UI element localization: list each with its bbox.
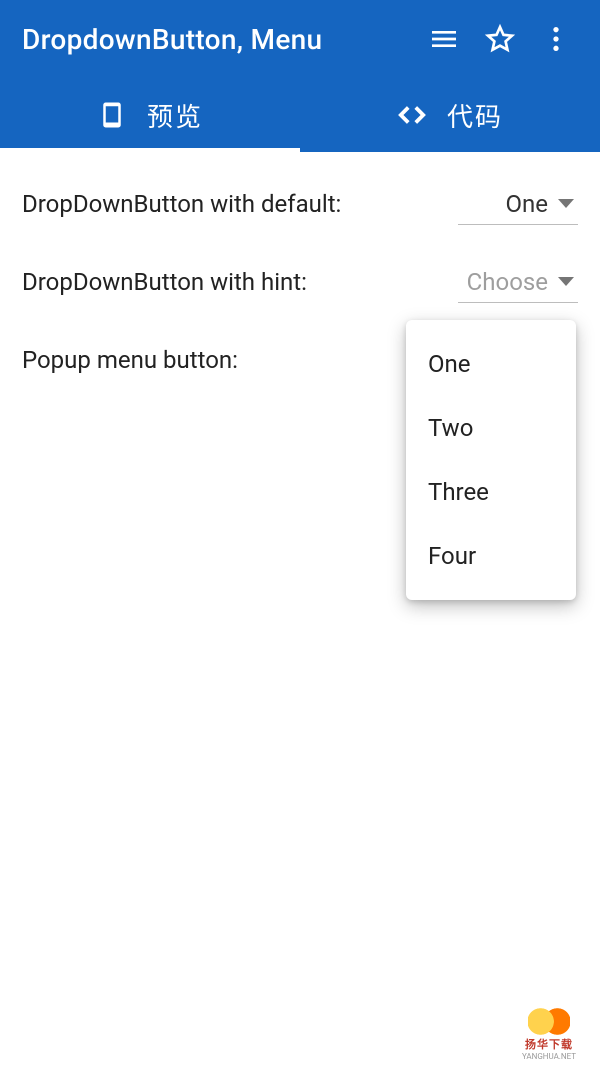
watermark-text: 扬华下载	[525, 1036, 573, 1052]
default-dropdown-value: One	[506, 190, 549, 218]
popup-menu-label: Popup menu button:	[22, 346, 238, 374]
caret-down-icon	[558, 199, 574, 208]
row-hint: DropDownButton with hint: Choose	[22, 252, 578, 312]
appbar-top: DropdownButton, Menu	[0, 0, 600, 78]
popup-item[interactable]: One	[406, 332, 576, 396]
hint-dropdown[interactable]: Choose	[458, 262, 578, 303]
star-outline-icon	[484, 23, 516, 55]
popup-item[interactable]: Two	[406, 396, 576, 460]
tab-indicator	[0, 148, 300, 152]
watermark-logo-icon	[528, 1007, 570, 1036]
tab-code-label: 代码	[447, 97, 503, 134]
row-default: DropDownButton with default: One	[22, 174, 578, 234]
phone-icon	[97, 100, 127, 130]
default-dropdown[interactable]: One	[458, 184, 578, 225]
code-icon	[397, 100, 427, 130]
popup-menu: One Two Three Four	[406, 320, 576, 600]
default-dropdown-label: DropDownButton with default:	[22, 190, 341, 218]
watermark-url: YANGHUA.NET	[522, 1052, 576, 1061]
hamburger-icon	[428, 23, 460, 55]
popup-item[interactable]: Three	[406, 460, 576, 524]
hint-dropdown-value: Choose	[467, 268, 548, 296]
overflow-button[interactable]	[528, 11, 584, 67]
caret-down-icon	[558, 277, 574, 286]
tabs: 预览 代码	[0, 78, 600, 152]
watermark: 扬华下载 YANGHUA.NET	[504, 1007, 594, 1061]
tab-code[interactable]: 代码	[300, 78, 600, 152]
page-title: DropdownButton, Menu	[22, 23, 416, 56]
tab-preview[interactable]: 预览	[0, 78, 300, 152]
more-vert-icon	[540, 23, 572, 55]
tab-preview-label: 预览	[147, 97, 203, 134]
appbar: DropdownButton, Menu 预览 代码	[0, 0, 600, 152]
menu-button[interactable]	[416, 11, 472, 67]
popup-item[interactable]: Four	[406, 524, 576, 588]
hint-dropdown-label: DropDownButton with hint:	[22, 268, 307, 296]
favorite-button[interactable]	[472, 11, 528, 67]
